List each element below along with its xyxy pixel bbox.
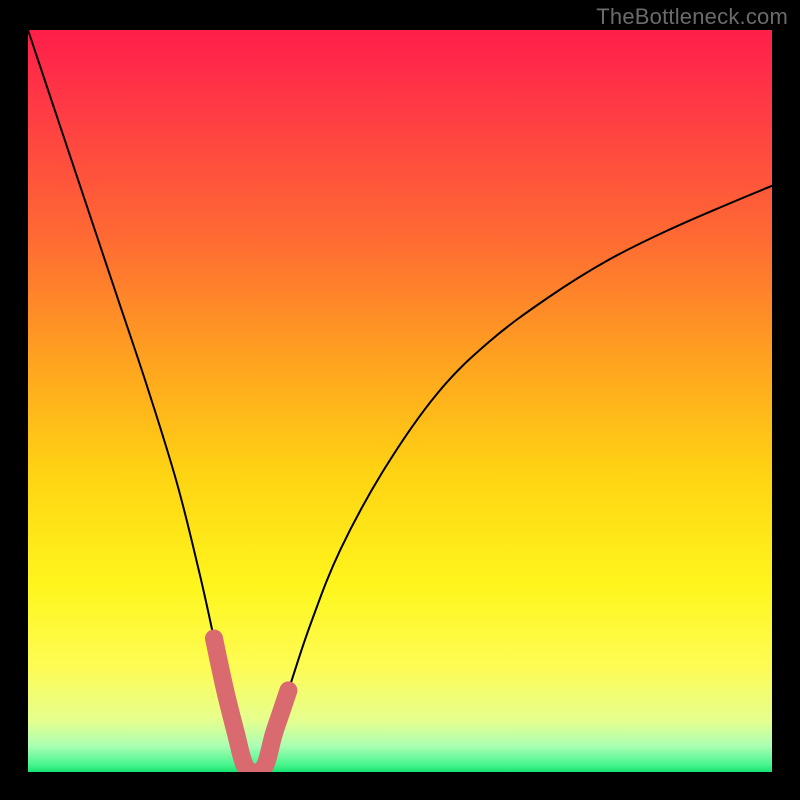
watermark-text: TheBottleneck.com <box>596 4 788 30</box>
chart-frame: TheBottleneck.com <box>0 0 800 800</box>
bottleneck-curve-chart <box>28 30 772 772</box>
gradient-background <box>28 30 772 772</box>
plot-area <box>28 30 772 772</box>
